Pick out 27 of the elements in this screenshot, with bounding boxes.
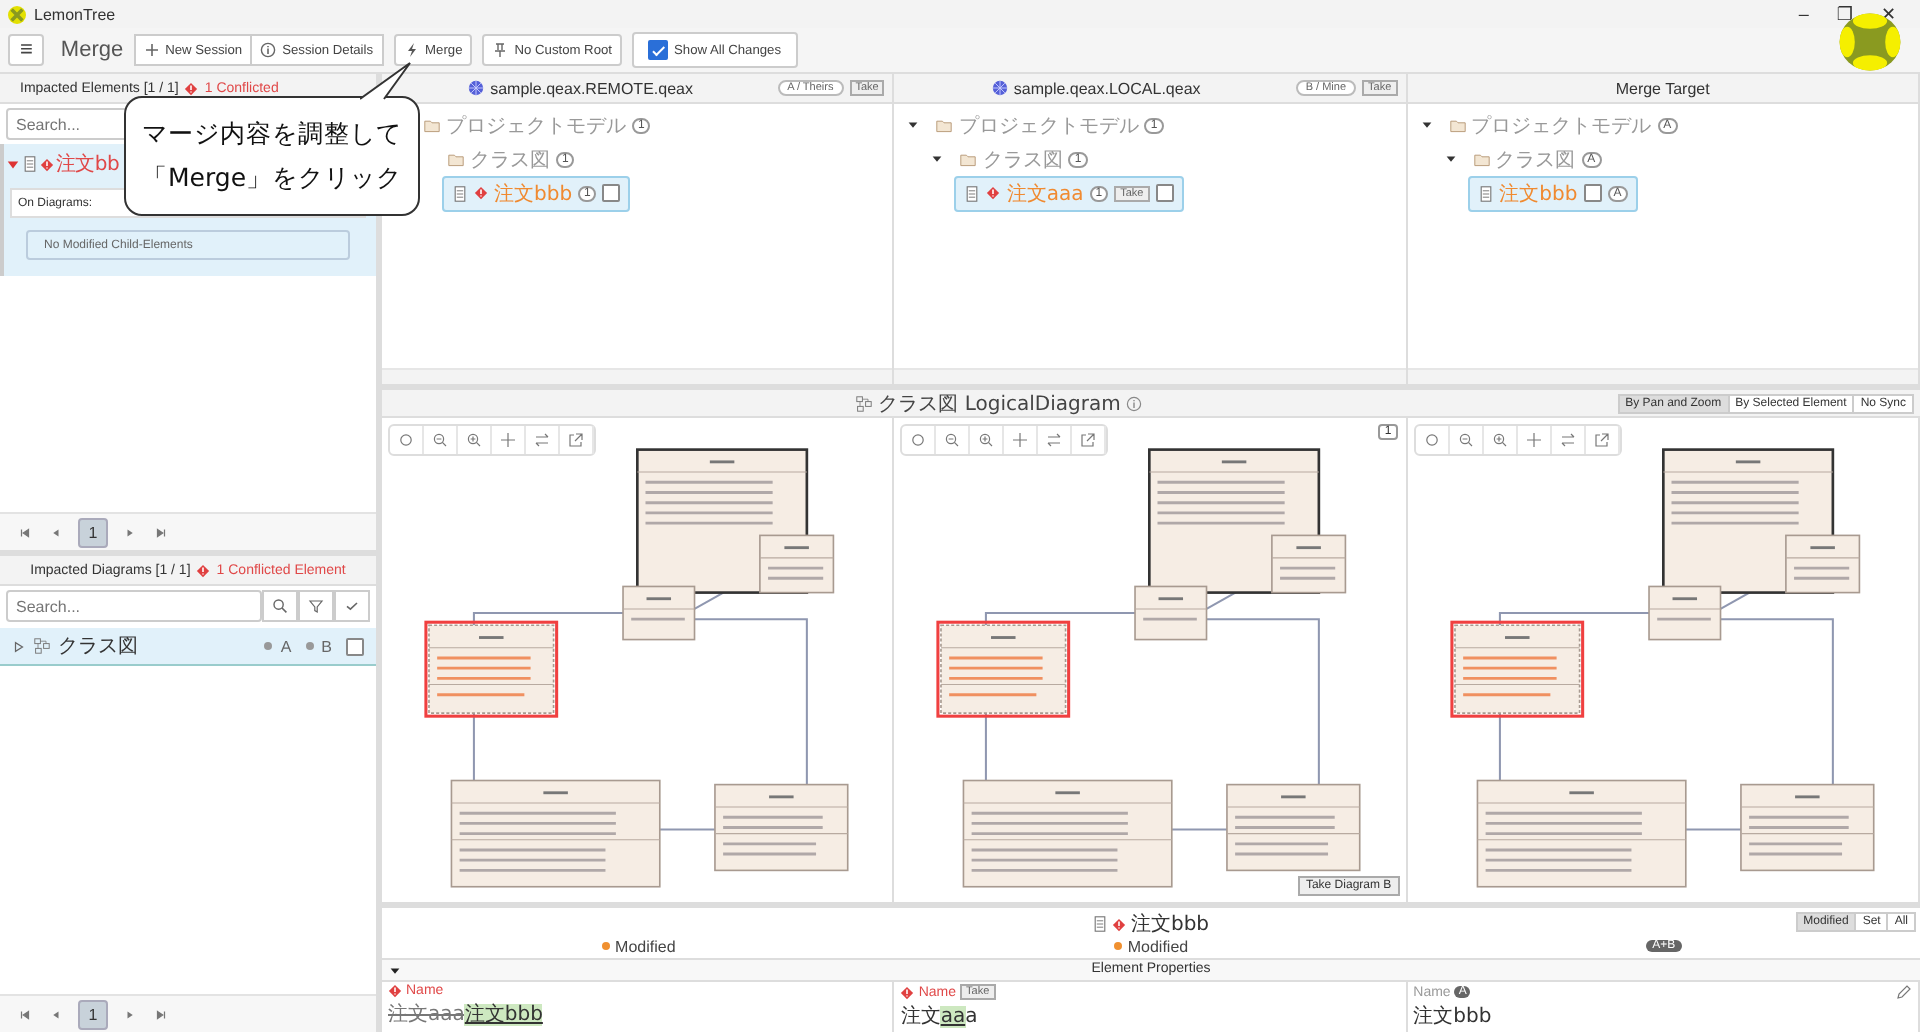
tree-label: 注文bbb [1499,181,1578,207]
tree-label: 注文aaa [1006,181,1084,207]
status-label: Modified [615,937,676,956]
tree-label: プロジェクトモデル [1471,113,1652,139]
tree-label: プロジェクトモデル [958,113,1139,139]
callout-text: 「Merge」をクリック [141,160,403,196]
side-tag: B [321,637,332,655]
model-title: sample.qeax.LOCAL.qeax [1013,79,1201,97]
element-title: 注文bbb [1130,911,1210,938]
page-title: Merge [58,38,126,62]
tree-label: クラス図 [470,147,550,173]
model-title: Merge Target [1615,79,1710,97]
window-title: LemonTree [34,5,116,23]
property-value: 注文aaa注文bbb [388,1001,545,1028]
model-title: sample.qeax.REMOTE.qeax [490,79,693,97]
callout-text: マージ内容を調整して [142,116,402,152]
status-label: Modified [1127,937,1189,956]
tree-label: プロジェクトモデル [446,113,626,139]
element-name: 注文bb [56,151,119,178]
tree-label: 注文bbb [494,181,573,207]
tree-label: クラス図 [982,147,1063,173]
tree-label: クラス図 [1495,147,1576,173]
property-value: 注文bbb [1413,1003,1494,1030]
side-tag: A [280,637,292,655]
diagram-title: クラス図 LogicalDiagram [878,391,1121,417]
diagram-name: クラス図 [58,634,138,660]
property-value: 注文aaa [900,1003,980,1030]
